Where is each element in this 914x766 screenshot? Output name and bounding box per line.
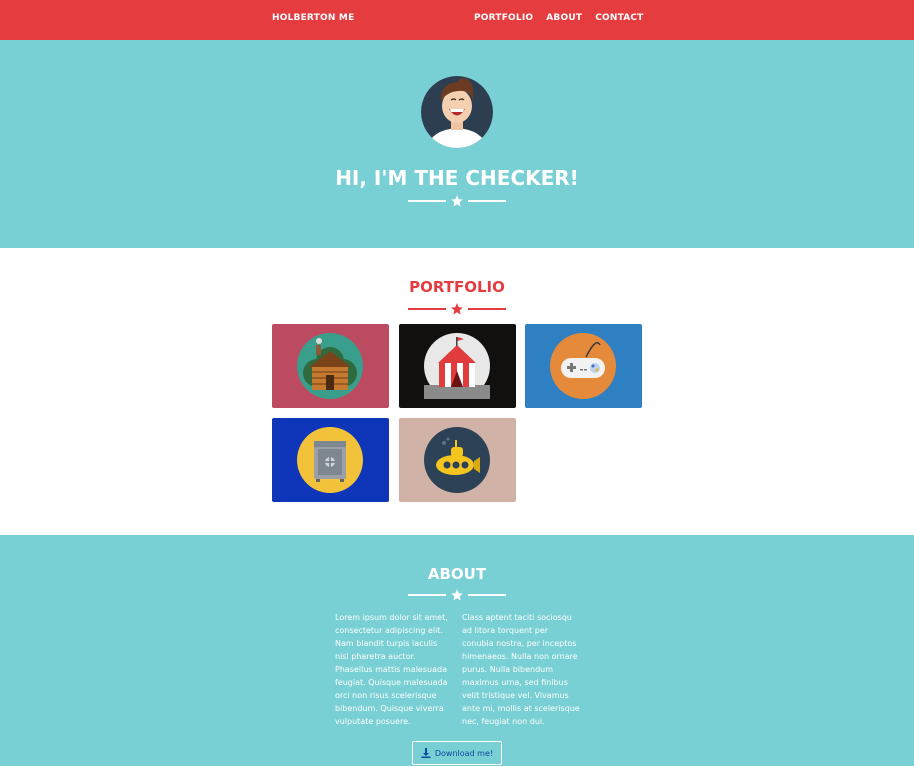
star-icon — [451, 589, 463, 601]
hero-divider — [0, 194, 914, 207]
about-text-left: Lorem ipsum dolor sit amet, consectetur … — [335, 613, 448, 726]
portfolio-section: PORTFOLIO — [0, 248, 914, 535]
nav-link-portfolio[interactable]: PORTFOLIO — [474, 13, 533, 23]
portfolio-title: PORTFOLIO — [409, 278, 505, 296]
hero-title: HI, I'M THE CHECKER! — [335, 166, 579, 190]
hero-section: HI, I'M THE CHECKER! — [0, 40, 914, 248]
portfolio-item-game-controller[interactable] — [525, 324, 642, 408]
star-icon — [451, 195, 463, 207]
about-divider — [0, 588, 914, 601]
portfolio-item-circus-tent[interactable] — [399, 324, 516, 408]
avatar — [421, 76, 493, 148]
nav-links: PORTFOLIO ABOUT CONTACT — [474, 13, 644, 23]
star-icon — [451, 303, 463, 315]
download-icon — [421, 748, 431, 758]
submarine-icon — [424, 427, 490, 493]
portfolio-item-safe[interactable] — [272, 418, 389, 502]
safe-icon — [297, 427, 363, 493]
nav-link-about[interactable]: ABOUT — [546, 13, 582, 23]
portfolio-item-submarine[interactable] — [399, 418, 516, 502]
download-button[interactable]: Download me! — [412, 741, 502, 765]
navbar: HOLBERTON ME PORTFOLIO ABOUT CONTACT — [0, 0, 914, 40]
nav-link-contact[interactable]: CONTACT — [595, 13, 643, 23]
about-title: ABOUT — [427, 565, 487, 583]
portfolio-divider — [0, 302, 914, 315]
about-section: ABOUT Lorem ipsum dolor sit amet, consec… — [0, 535, 914, 766]
brand-link[interactable]: HOLBERTON ME — [272, 13, 354, 23]
about-text-right: Class aptent taciti sociosqu ad litora t… — [462, 613, 580, 726]
game-controller-icon — [550, 333, 616, 399]
cabin-icon — [297, 333, 363, 399]
portfolio-item-cabin[interactable] — [272, 324, 389, 408]
download-button-label: Download me! — [434, 748, 494, 758]
circus-tent-icon — [424, 333, 490, 399]
